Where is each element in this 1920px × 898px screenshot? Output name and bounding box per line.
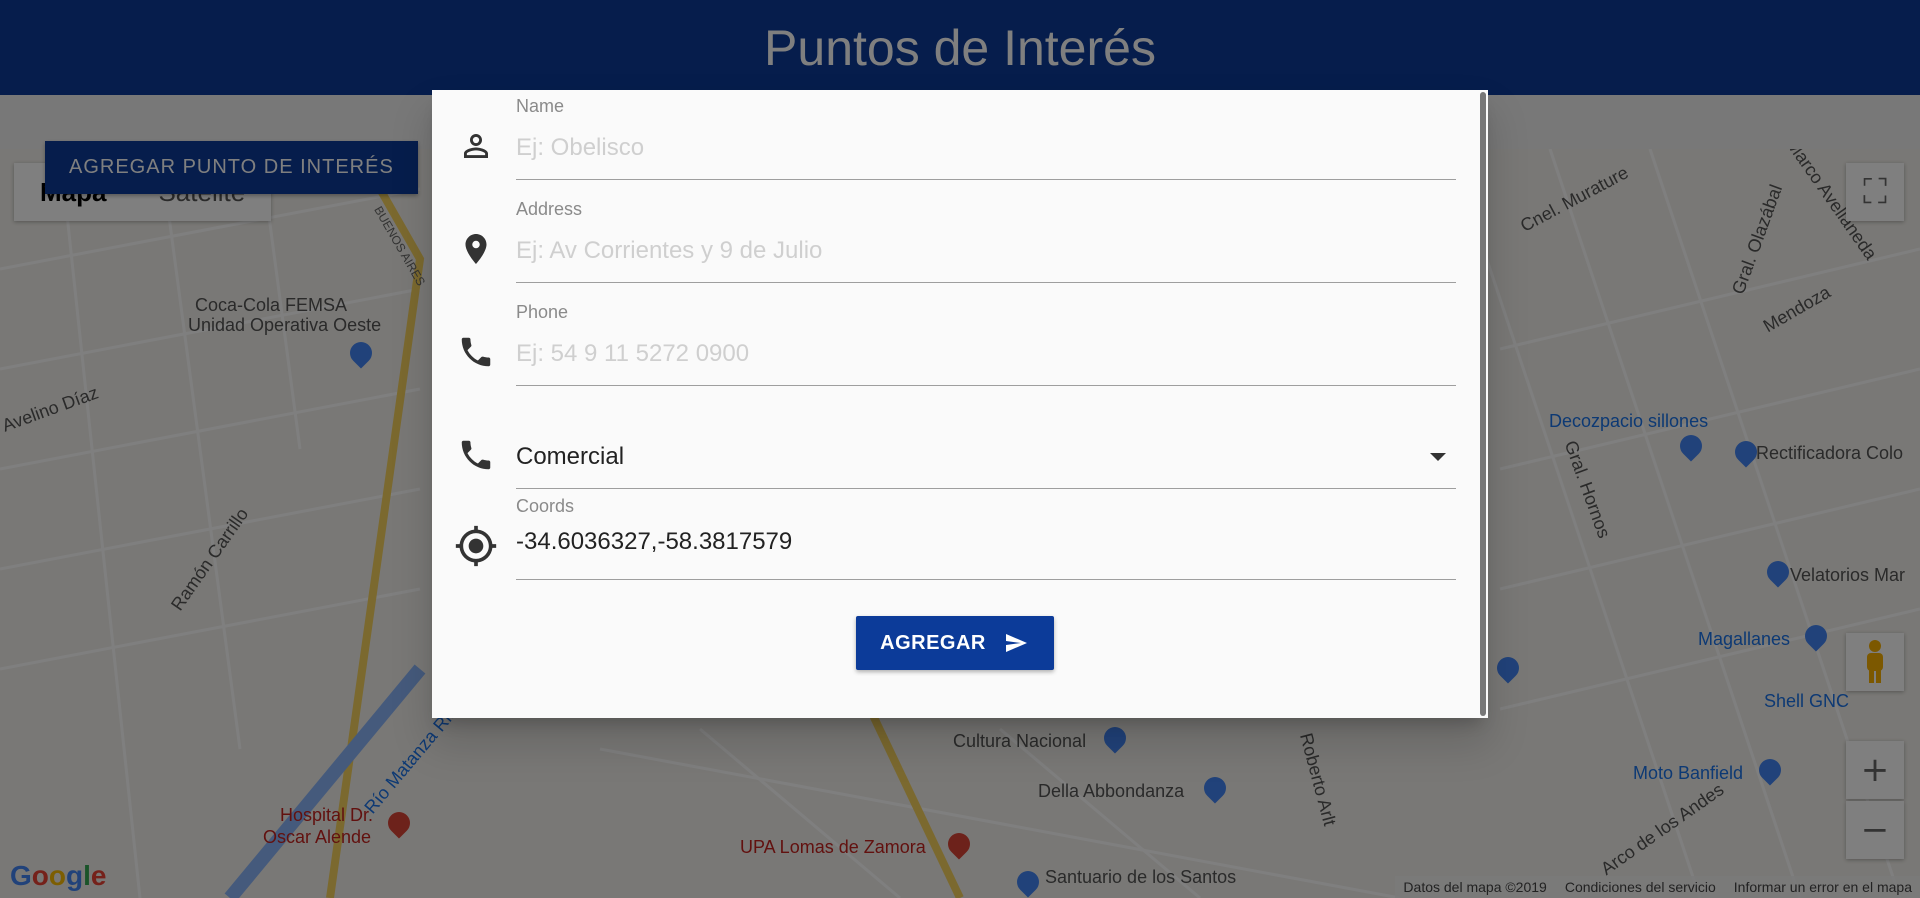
agregar-button[interactable]: AGREGAR: [856, 616, 1054, 670]
address-input[interactable]: [516, 231, 1456, 271]
phone-label: Phone: [516, 302, 569, 322]
coords-field: Coords -34.6036327,-58.3817579: [516, 490, 1456, 590]
address-label: Address: [516, 199, 583, 219]
coords-row: Coords -34.6036327,-58.3817579: [432, 490, 1462, 590]
address-field: Address: [516, 193, 1456, 293]
name-underline: [516, 179, 1456, 180]
phone-icon: [450, 429, 502, 481]
location-pin-icon: [450, 223, 502, 275]
phone-field: Phone: [516, 296, 1456, 396]
coords-underline: [516, 579, 1456, 580]
phone-row: Phone: [432, 296, 1462, 396]
add-poi-dialog: Name Address Phone Comercial: [432, 90, 1488, 718]
category-underline: [516, 488, 1456, 489]
category-select[interactable]: Comercial: [516, 399, 1456, 499]
address-row: Address: [432, 193, 1462, 293]
coords-label: Coords: [516, 496, 575, 516]
address-underline: [516, 282, 1456, 283]
person-icon: [450, 120, 502, 172]
coords-value[interactable]: -34.6036327,-58.3817579: [516, 528, 792, 556]
phone-icon: [450, 326, 502, 378]
dropdown-arrow-icon[interactable]: [1430, 453, 1446, 461]
name-field: Name: [516, 90, 1456, 190]
agregar-button-label: AGREGAR: [880, 631, 986, 654]
name-input[interactable]: [516, 128, 1456, 168]
category-row: Comercial: [432, 399, 1462, 499]
name-row: Name: [432, 90, 1462, 190]
send-icon: [1005, 634, 1027, 652]
name-label: Name: [516, 96, 565, 116]
dialog-scrollbar[interactable]: [1480, 92, 1486, 716]
phone-input[interactable]: [516, 334, 1456, 374]
category-value: Comercial: [516, 443, 625, 470]
phone-underline: [516, 385, 1456, 386]
gps-fixed-icon: [450, 520, 502, 572]
